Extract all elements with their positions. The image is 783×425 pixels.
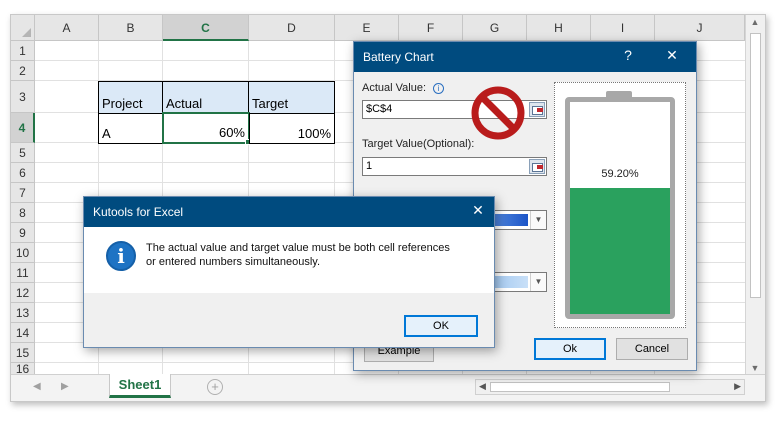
cell-c4-active[interactable]: 60% bbox=[162, 112, 250, 144]
sheet-nav-right-icon[interactable]: ▶ bbox=[61, 381, 69, 392]
battery-percent-label: 59.20% bbox=[601, 168, 639, 180]
sheet-nav-left-icon[interactable]: ◀ bbox=[33, 381, 41, 392]
battery-dialog-titlebar[interactable]: Battery Chart ? ✕ bbox=[354, 42, 696, 72]
forbidden-icon bbox=[471, 86, 525, 140]
target-value-label: Target Value(Optional): bbox=[362, 138, 475, 150]
row-header-9[interactable]: 9 bbox=[11, 223, 35, 243]
row-header-3[interactable]: 3 bbox=[11, 81, 35, 113]
row-header-2[interactable]: 2 bbox=[11, 61, 35, 81]
scroll-down-icon[interactable]: ▼ bbox=[746, 363, 764, 373]
actual-value-label: Actual Value: bbox=[362, 82, 427, 94]
row-header-8[interactable]: 8 bbox=[11, 203, 35, 223]
battery-preview: 59.20% bbox=[554, 82, 686, 328]
cell-d4[interactable]: 100% bbox=[249, 113, 335, 144]
message-text: The actual value and target value must b… bbox=[146, 241, 476, 269]
battery-fill bbox=[570, 188, 670, 314]
row-header-10[interactable]: 10 bbox=[11, 243, 35, 263]
row-header-13[interactable]: 13 bbox=[11, 303, 35, 323]
close-icon[interactable]: ✕ bbox=[662, 47, 682, 64]
column-header-j[interactable]: J bbox=[655, 15, 745, 41]
row-header-4[interactable]: 4 bbox=[11, 113, 35, 143]
scroll-right-icon[interactable]: ▶ bbox=[734, 381, 741, 392]
column-header-f[interactable]: F bbox=[399, 15, 463, 41]
column-header-b[interactable]: B bbox=[99, 15, 163, 41]
vertical-scroll-thumb[interactable] bbox=[750, 33, 761, 298]
row-header-1[interactable]: 1 bbox=[11, 41, 35, 61]
message-box-title: Kutools for Excel bbox=[93, 205, 184, 219]
info-tooltip-icon[interactable]: i bbox=[433, 83, 444, 94]
select-all-corner[interactable] bbox=[11, 15, 35, 41]
column-header-d[interactable]: D bbox=[249, 15, 335, 41]
column-header-c[interactable]: C bbox=[163, 15, 249, 41]
sheet-tab-sheet1[interactable]: Sheet1 bbox=[109, 374, 171, 398]
help-icon[interactable]: ? bbox=[618, 47, 638, 63]
kutools-message-box: Kutools for Excel ✕ i The actual value a… bbox=[83, 196, 495, 348]
row-header-12[interactable]: 12 bbox=[11, 283, 35, 303]
message-box-body: i The actual value and target value must… bbox=[84, 227, 494, 293]
scroll-up-icon[interactable]: ▲ bbox=[746, 17, 764, 27]
column-header-h[interactable]: H bbox=[527, 15, 591, 41]
sheet-tab-bar: ◀ ▶ Sheet1 + ◀ ▶ bbox=[11, 374, 765, 401]
cell-d3[interactable]: Target bbox=[248, 81, 335, 114]
cell-c3[interactable]: Actual bbox=[162, 81, 249, 114]
row-header-15[interactable]: 15 bbox=[11, 343, 35, 363]
row-header-14[interactable]: 14 bbox=[11, 323, 35, 343]
column-header-i[interactable]: I bbox=[591, 15, 655, 41]
column-header-a[interactable]: A bbox=[35, 15, 99, 41]
close-icon-msg[interactable]: ✕ bbox=[468, 202, 488, 219]
row-header-11[interactable]: 11 bbox=[11, 263, 35, 283]
target-value-text: 1 bbox=[366, 160, 373, 172]
column-header-e[interactable]: E bbox=[335, 15, 399, 41]
range-select-icon-2[interactable] bbox=[529, 159, 545, 174]
battery-body: 59.20% bbox=[565, 97, 675, 319]
message-box-titlebar[interactable]: Kutools for Excel ✕ bbox=[84, 197, 494, 227]
column-header-g[interactable]: G bbox=[463, 15, 527, 41]
cancel-button[interactable]: Cancel bbox=[616, 338, 688, 360]
row-header-5[interactable]: 5 bbox=[11, 143, 35, 163]
chevron-down-icon[interactable]: ▼ bbox=[530, 211, 546, 229]
message-line-1: The actual value and target value must b… bbox=[146, 242, 450, 254]
battery-dialog-title: Battery Chart bbox=[363, 50, 434, 64]
range-select-icon[interactable] bbox=[529, 102, 545, 117]
actual-value-text: $C$4 bbox=[366, 103, 393, 115]
vertical-scrollbar[interactable]: ▲ ▼ bbox=[745, 15, 765, 377]
scroll-left-icon[interactable]: ◀ bbox=[479, 381, 486, 392]
row-header-7[interactable]: 7 bbox=[11, 183, 35, 203]
horizontal-scrollbar[interactable]: ◀ ▶ bbox=[475, 379, 745, 395]
cell-b4[interactable]: A bbox=[98, 113, 163, 144]
info-icon: i bbox=[106, 241, 136, 271]
target-value-input[interactable]: 1 bbox=[362, 157, 547, 176]
add-sheet-icon[interactable]: + bbox=[207, 379, 223, 395]
message-ok-button[interactable]: OK bbox=[404, 315, 478, 337]
chevron-down-icon-2[interactable]: ▼ bbox=[530, 273, 546, 291]
row-header-6[interactable]: 6 bbox=[11, 163, 35, 183]
cell-b3[interactable]: Project bbox=[98, 81, 163, 114]
ok-button[interactable]: Ok bbox=[534, 338, 606, 360]
horizontal-scroll-thumb[interactable] bbox=[490, 382, 670, 392]
message-line-2: or entered numbers simultaneously. bbox=[146, 256, 321, 268]
